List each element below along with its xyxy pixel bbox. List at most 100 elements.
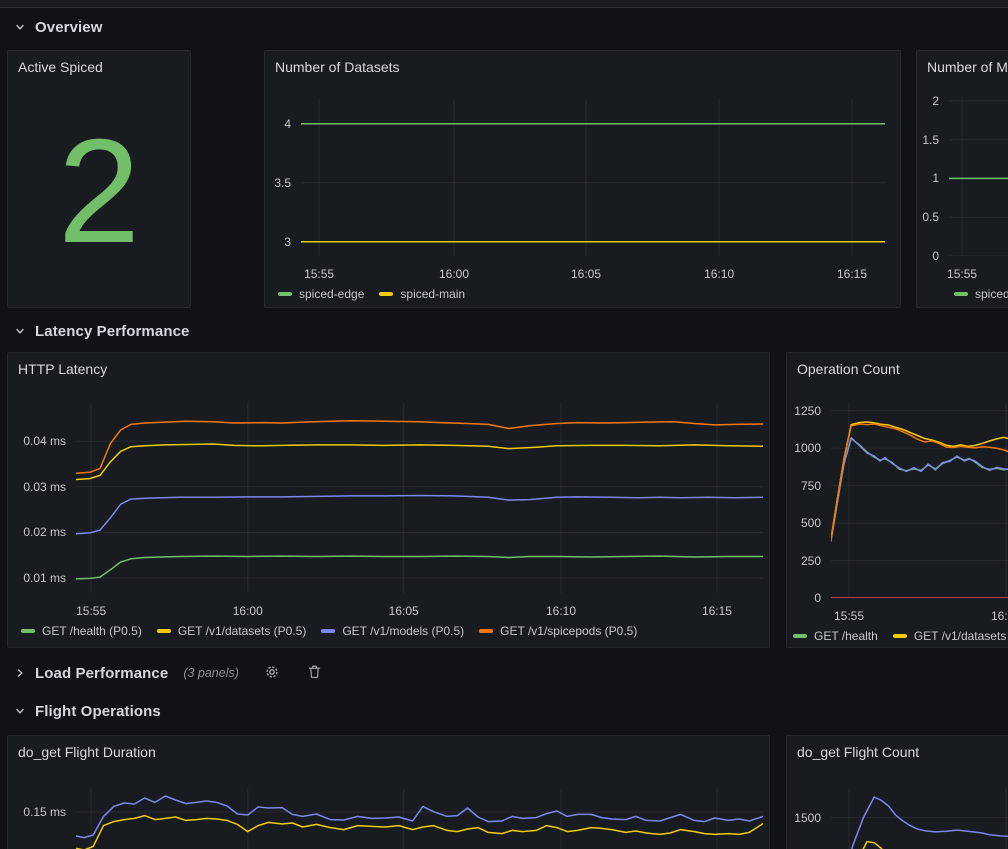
y-tick-label: 1500 <box>787 810 821 826</box>
legend-swatch <box>21 629 35 633</box>
section-title-flight-operations[interactable]: Flight Operations <box>35 703 161 720</box>
x-tick-label: 16:10 <box>687 267 751 281</box>
panel-title-operation-count[interactable]: Operation Count <box>797 361 900 377</box>
panel-active-spiced: Active Spiced 2 <box>7 50 191 308</box>
legend-item[interactable]: GET /health (P0.5) <box>21 624 142 638</box>
y-tick-label: 1000 <box>787 440 821 456</box>
y-tick-label: 1 <box>917 170 939 186</box>
stat-value: 2 <box>58 118 140 266</box>
x-tick-label: 16:15 <box>820 267 884 281</box>
operation_count-plot-area[interactable] <box>831 403 1008 598</box>
datasets-legend: spiced-edge spiced-main <box>278 287 465 301</box>
section-header-flight-operations[interactable]: Flight Operations <box>14 698 161 724</box>
x-tick-label: 16:10 <box>529 604 593 618</box>
flight_duration-plot-area[interactable] <box>76 789 763 849</box>
x-tick-label: 16:00 <box>216 604 280 618</box>
legend-swatch <box>893 634 907 638</box>
panel-title-number-of-datasets[interactable]: Number of Datasets <box>275 59 400 75</box>
panel-title-number-of-models[interactable]: Number of Models <box>927 59 1008 75</box>
flight_count-plot-area[interactable] <box>831 789 1008 849</box>
models-plot-area[interactable] <box>949 97 1008 256</box>
chevron-down-icon <box>14 21 26 33</box>
legend-item[interactable]: GET /v1/datasets <box>893 629 1007 643</box>
number-of-datasets-chart: 15:5516:0016:0516:1016:1533.54spiced-edg… <box>265 51 900 307</box>
y-tick-label: 750 <box>787 478 821 494</box>
y-tick-label: 0 <box>787 590 821 606</box>
x-tick-label: 16:00 <box>422 267 486 281</box>
panel-title-http-latency[interactable]: HTTP Latency <box>18 361 107 377</box>
section-header-load-performance[interactable]: Load Performance (3 panels) <box>14 660 324 686</box>
stat-wrap: 2 <box>8 51 190 307</box>
operation_count-legend: GET /health GET /v1/datasets <box>793 629 1006 643</box>
panel-title-flight-duration[interactable]: do_get Flight Duration <box>18 744 156 760</box>
y-tick-label: 1250 <box>787 403 821 419</box>
legend-item[interactable]: GET /v1/spicepods (P0.5) <box>479 624 637 638</box>
http_latency-legend: GET /health (P0.5) GET /v1/datasets (P0.5… <box>21 624 637 638</box>
y-tick-label: 3.5 <box>265 175 291 191</box>
legend-label: GET /v1/datasets (P0.5) <box>178 624 307 638</box>
legend-item[interactable]: GET /health <box>793 629 878 643</box>
legend-swatch <box>321 629 335 633</box>
panel-number-of-models: Number of Models 15:5500.511.52spiced-ed… <box>916 50 1008 308</box>
legend-item[interactable]: spiced-main <box>379 287 465 301</box>
section-header-overview[interactable]: Overview <box>14 14 103 40</box>
y-tick-label: 0 <box>917 248 939 264</box>
legend-item[interactable]: GET /v1/models (P0.5) <box>321 624 464 638</box>
datasets-plot-area[interactable] <box>301 99 885 256</box>
series-line-series-blue <box>76 796 763 838</box>
panel-do-get-flight-count: do_get Flight Count 15:5516:0016:0516:10… <box>786 735 1008 849</box>
x-tick-label: 15:55 <box>59 604 123 618</box>
row-settings-button[interactable] <box>262 662 282 685</box>
legend-label: GET /health (P0.5) <box>42 624 142 638</box>
number-of-models-chart: 15:5500.511.52spiced-edge <box>917 51 1008 307</box>
series-line-get-v1-models <box>831 438 1008 541</box>
top-toolbar-edge <box>0 0 1008 8</box>
section-title-load-performance[interactable]: Load Performance <box>35 665 168 682</box>
panel-number-of-datasets: Number of Datasets 15:5516:0016:0516:101… <box>264 50 901 308</box>
legend-label: spiced-main <box>400 287 465 301</box>
gear-icon <box>264 664 280 683</box>
panel-title-flight-count[interactable]: do_get Flight Count <box>797 744 919 760</box>
y-tick-label: 0.04 ms <box>8 433 66 449</box>
y-tick-label: 3 <box>265 234 291 250</box>
series-line-get-v1-spicepods-p0-5- <box>76 421 763 473</box>
y-tick-label: 0.02 ms <box>8 524 66 540</box>
http_latency-plot-area[interactable] <box>76 403 763 593</box>
legend-label: spiced-edge <box>975 287 1008 301</box>
y-tick-label: 250 <box>787 553 821 569</box>
row-delete-button[interactable] <box>305 662 324 684</box>
series-line-get-v1-spicepods <box>831 424 1008 540</box>
legend-swatch <box>379 292 393 296</box>
section-header-latency-performance[interactable]: Latency Performance <box>14 318 189 344</box>
series-line-get-v1-datasets-p0-5- <box>76 444 763 480</box>
series-line-get-health <box>831 439 1008 541</box>
legend-item[interactable]: GET /v1/datasets (P0.5) <box>157 624 307 638</box>
legend-swatch <box>278 292 292 296</box>
legend-label: GET /v1/datasets <box>914 629 1007 643</box>
section-title-overview[interactable]: Overview <box>35 19 103 36</box>
legend-swatch <box>793 634 807 638</box>
y-tick-label: 2 <box>917 93 939 109</box>
legend-label: GET /v1/spicepods (P0.5) <box>500 624 637 638</box>
panel-title-active-spiced[interactable]: Active Spiced <box>18 59 103 75</box>
models-legend: spiced-edge <box>954 287 1008 301</box>
legend-item[interactable]: spiced-edge <box>954 287 1008 301</box>
chevron-down-icon <box>14 705 26 717</box>
series-line-series-blue <box>845 797 1008 849</box>
y-tick-label: 1.5 <box>917 132 939 148</box>
legend-swatch <box>479 629 493 633</box>
panel-count-label: (3 panels) <box>183 666 239 680</box>
section-title-latency-performance[interactable]: Latency Performance <box>35 323 189 340</box>
y-tick-label: 500 <box>787 515 821 531</box>
y-tick-label: 0.01 ms <box>8 570 66 586</box>
chevron-down-icon <box>14 325 26 337</box>
legend-swatch <box>954 292 968 296</box>
series-line-get-v1-models-p0-5- <box>76 496 763 534</box>
y-tick-label: 0.5 <box>917 209 939 225</box>
x-tick-label: 15:55 <box>287 267 351 281</box>
legend-item[interactable]: spiced-edge <box>278 287 364 301</box>
chevron-right-icon <box>14 667 26 679</box>
x-tick-label: 15:55 <box>817 609 881 623</box>
x-tick-label: 16:00 <box>974 609 1008 623</box>
x-tick-label: 16:05 <box>372 604 436 618</box>
